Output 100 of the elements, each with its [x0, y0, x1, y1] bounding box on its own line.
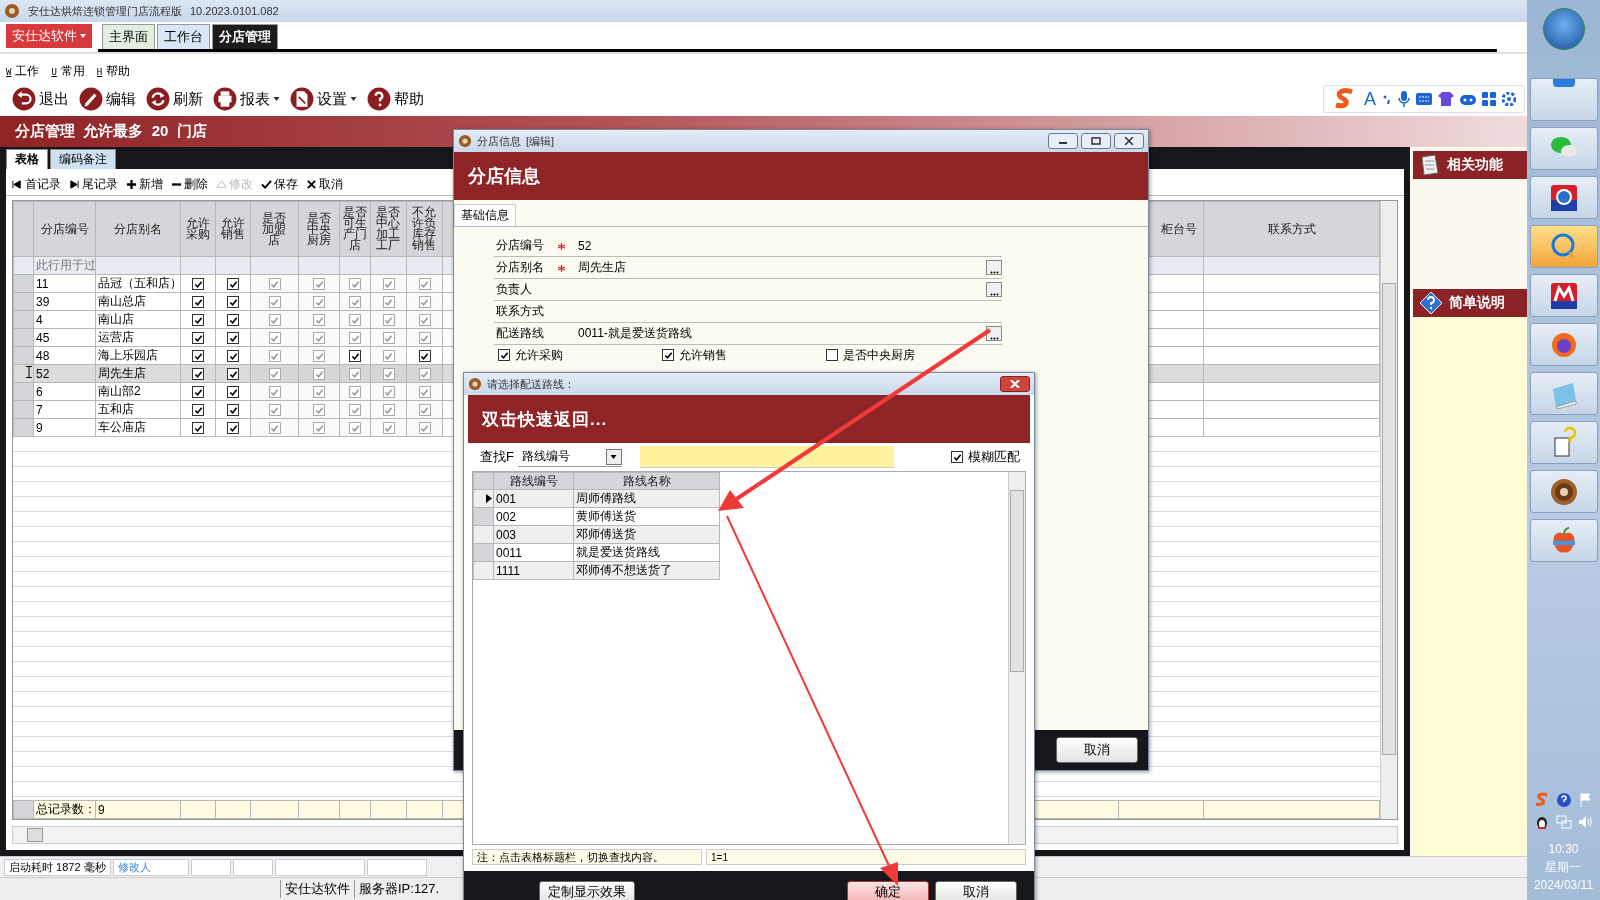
checkbox[interactable] — [192, 368, 204, 381]
checkbox[interactable] — [382, 350, 395, 363]
checkbox[interactable] — [382, 278, 395, 291]
checkbox[interactable] — [313, 332, 325, 345]
checkbox[interactable] — [192, 386, 204, 399]
checkbox[interactable] — [418, 314, 431, 327]
column-header[interactable]: 是否中央厨房 — [298, 201, 340, 257]
toolbar-button[interactable]: 设置 — [290, 87, 357, 111]
checkbox[interactable] — [192, 350, 204, 363]
checkbox[interactable] — [349, 332, 361, 345]
tab[interactable]: 主界面 — [102, 24, 155, 49]
taskbar-button[interactable] — [1529, 323, 1598, 366]
checkbox[interactable] — [227, 332, 239, 345]
checkbox[interactable] — [826, 349, 838, 361]
microphone-icon[interactable] — [1398, 91, 1410, 107]
tab[interactable]: 编码备注 — [50, 149, 116, 169]
speaker-icon[interactable] — [1577, 814, 1594, 830]
checkbox[interactable] — [418, 350, 431, 363]
checkbox[interactable] — [313, 278, 325, 291]
grid-toolbar-button[interactable]: 删除 — [171, 175, 208, 193]
settings-icon[interactable] — [1502, 92, 1516, 106]
toolbar-button[interactable]: 报表 — [213, 87, 280, 111]
minimize-button[interactable] — [1048, 133, 1078, 149]
help-icon[interactable] — [1555, 792, 1572, 808]
checkbox[interactable] — [382, 404, 395, 417]
checkbox[interactable] — [349, 422, 361, 435]
checkbox[interactable] — [382, 422, 395, 435]
checkbox[interactable] — [382, 368, 395, 381]
checkbox[interactable] — [227, 386, 239, 399]
search-input[interactable] — [639, 446, 894, 468]
checkbox[interactable] — [227, 278, 239, 291]
checkbox[interactable] — [192, 404, 204, 417]
toolbar-button[interactable]: 编辑 — [79, 87, 136, 111]
checkbox[interactable] — [313, 296, 325, 309]
checkbox[interactable] — [313, 314, 325, 327]
table-row[interactable]: 002 黄师傅送货 — [473, 507, 720, 526]
input-field[interactable]: 52 — [578, 238, 1002, 253]
checkbox[interactable] — [268, 332, 281, 345]
dialog-button[interactable]: 定制显示效果 — [539, 881, 635, 900]
taskbar-button[interactable] — [1529, 274, 1598, 317]
checkbox[interactable] — [418, 368, 431, 381]
checkbox[interactable] — [418, 296, 431, 309]
checkbox[interactable] — [662, 349, 674, 361]
checkbox[interactable] — [268, 314, 281, 327]
checkbox[interactable] — [192, 296, 204, 309]
vertical-scrollbar[interactable] — [1380, 201, 1397, 819]
input-field[interactable]: 0011-就是爱送货路线 — [578, 325, 986, 342]
tab[interactable]: 基础信息 — [454, 204, 516, 226]
column-header[interactable]: 路线编号 — [493, 472, 574, 490]
search-field-dropdown[interactable]: 路线编号 — [517, 447, 622, 467]
taskbar-button[interactable] — [1529, 176, 1598, 219]
checkbox[interactable] — [382, 386, 395, 399]
checkbox[interactable] — [268, 368, 281, 381]
checkbox[interactable] — [313, 350, 325, 363]
grid-toolbar-button[interactable]: 取消 — [306, 175, 343, 193]
checkbox[interactable] — [382, 296, 395, 309]
menu-item[interactable]: U 常用 — [51, 62, 85, 80]
table-row[interactable]: 001 周师傅路线 — [473, 489, 720, 508]
column-header[interactable]: 是否加盟店 — [250, 201, 299, 257]
column-header[interactable]: 允许采购 — [180, 201, 216, 257]
checkbox[interactable] — [227, 350, 239, 363]
checkbox[interactable] — [268, 386, 281, 399]
grid-icon[interactable] — [1482, 92, 1496, 106]
toolbar-button[interactable]: 退出 — [12, 87, 69, 111]
column-header[interactable]: 是否可生产门店 — [339, 201, 371, 257]
column-header[interactable]: 联系方式 — [1203, 201, 1380, 257]
grid-toolbar-button[interactable]: 新增 — [126, 175, 163, 193]
table-row[interactable]: 1111 邓师傅不想送货了 — [473, 561, 720, 580]
checkbox[interactable] — [227, 404, 239, 417]
table-row[interactable]: 0011 就是爱送货路线 — [473, 543, 720, 562]
dialog-button[interactable]: 确定 — [847, 881, 929, 900]
column-header[interactable]: 路线名称 — [573, 472, 720, 490]
checkbox[interactable] — [382, 332, 395, 345]
checkbox[interactable] — [382, 314, 395, 327]
tab[interactable]: 表格 — [6, 149, 48, 169]
checkbox[interactable] — [192, 332, 204, 345]
menu-item[interactable]: H 帮助 — [96, 62, 131, 80]
browse-button[interactable] — [986, 260, 1002, 275]
checkbox[interactable] — [349, 404, 361, 417]
checkbox[interactable] — [418, 386, 431, 399]
checkbox[interactable] — [349, 386, 361, 399]
checkbox[interactable] — [951, 451, 963, 463]
input-mode-label[interactable]: A — [1364, 88, 1376, 110]
checkbox[interactable] — [268, 278, 281, 291]
maximize-button[interactable] — [1081, 133, 1111, 149]
checkbox[interactable] — [268, 296, 281, 309]
close-button[interactable] — [1114, 133, 1144, 149]
checkbox[interactable] — [313, 368, 325, 381]
start-button[interactable] — [1542, 8, 1585, 50]
checkbox[interactable] — [349, 278, 361, 291]
network-icon[interactable] — [1555, 814, 1572, 830]
robot-icon[interactable] — [1460, 93, 1476, 105]
toolbar-button[interactable]: 帮助 — [367, 87, 424, 111]
cancel-button[interactable]: 取消 — [1056, 737, 1138, 763]
checkbox[interactable] — [192, 422, 204, 435]
close-button[interactable] — [1000, 376, 1030, 392]
checkbox[interactable] — [418, 404, 431, 417]
shirt-icon[interactable] — [1438, 92, 1454, 106]
checkbox[interactable] — [418, 422, 431, 435]
tab[interactable]: 分店管理 — [212, 24, 278, 49]
